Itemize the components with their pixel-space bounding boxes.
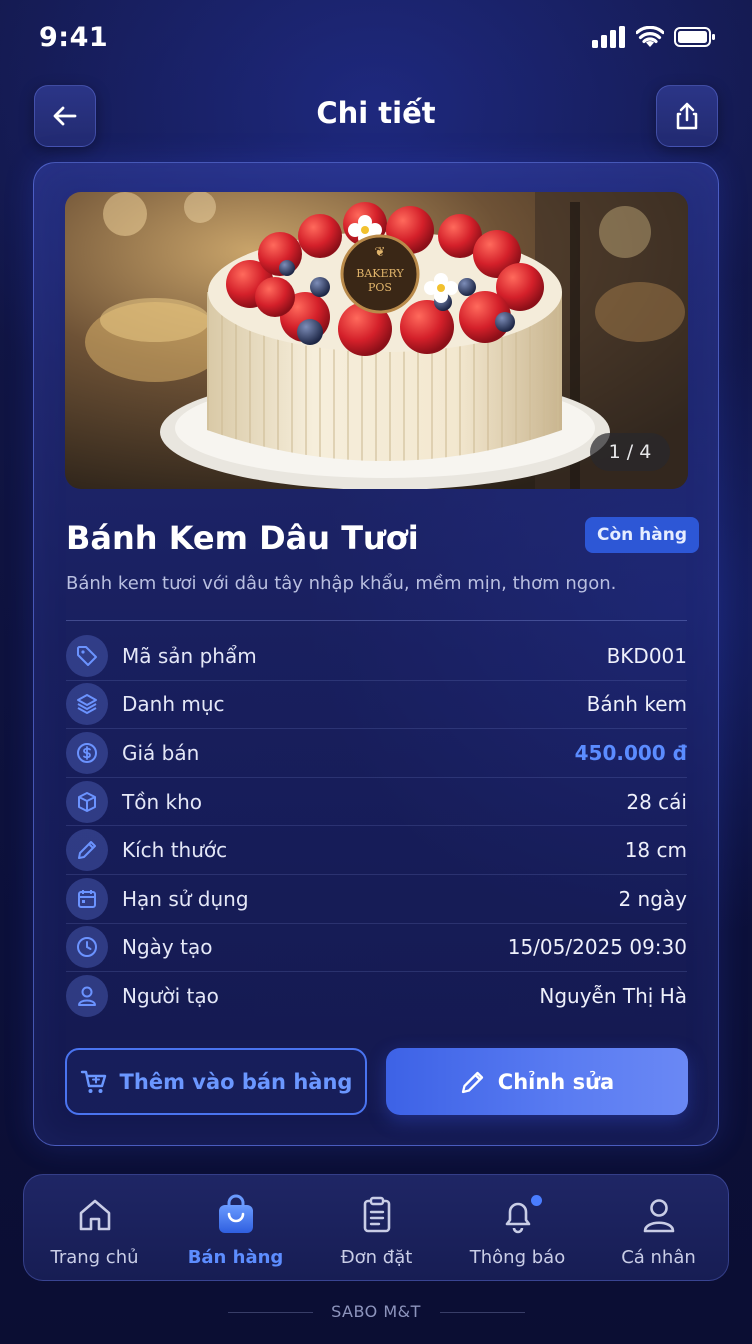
clock-icon — [66, 926, 108, 969]
footer-divider-right — [440, 1312, 525, 1313]
bottom-navigation: Trang chủ Bán hàng Đơn đặt Thông báo Cá … — [23, 1174, 729, 1281]
home-icon — [75, 1193, 115, 1237]
svg-text:POS: POS — [368, 281, 392, 294]
status-icons — [592, 26, 716, 48]
shopping-bag-icon — [215, 1193, 257, 1237]
page-title: Chi tiết — [316, 96, 436, 130]
nav-item-home[interactable]: Trang chủ — [24, 1175, 165, 1282]
product-image-carousel[interactable]: ❦ BAKERY POS 1 / 4 — [65, 192, 688, 489]
add-to-sale-button[interactable]: Thêm vào bán hàng — [65, 1048, 367, 1115]
bell-icon — [498, 1193, 542, 1237]
share-icon — [676, 102, 698, 130]
clipboard-icon — [357, 1193, 397, 1237]
box-icon — [66, 780, 108, 823]
info-row-expiry: Hạn sử dụng 2 ngày — [66, 875, 687, 924]
info-row-size: Kích thước 18 cm — [66, 826, 687, 875]
info-row-category: Danh mục Bánh kem — [66, 681, 687, 730]
info-row-stock: Tồn kho 28 cái — [66, 778, 687, 827]
nav-item-sales[interactable]: Bán hàng — [165, 1175, 306, 1282]
tag-icon — [66, 634, 108, 677]
stock-status-badge: Còn hàng — [585, 517, 700, 553]
divider — [66, 620, 687, 621]
edit-button[interactable]: Chỉnh sửa — [386, 1048, 688, 1115]
cake-topper-text: BAKERY — [356, 267, 404, 280]
nav-item-notifications[interactable]: Thông báo — [447, 1175, 588, 1282]
svg-text:❦: ❦ — [375, 245, 386, 260]
wifi-icon — [636, 26, 664, 47]
info-row-price: Giá bán 450.000 đ — [66, 729, 687, 778]
calendar-icon — [66, 877, 108, 920]
pencil-icon — [66, 829, 108, 872]
profile-icon — [639, 1193, 679, 1237]
product-name: Bánh Kem Dâu Tươi — [66, 519, 419, 557]
cart-icon — [80, 1070, 106, 1093]
info-row-created-date: Ngày tạo 15/05/2025 09:30 — [66, 924, 687, 973]
add-to-sale-label: Thêm vào bán hàng — [119, 1069, 353, 1094]
layers-icon — [66, 683, 108, 726]
nav-item-orders[interactable]: Đơn đặt — [306, 1175, 447, 1282]
share-button[interactable] — [656, 85, 718, 147]
info-row-creator: Người tạo Nguyễn Thị Hà — [66, 972, 687, 1021]
info-row-product-code: Mã sản phẩm BKD001 — [66, 632, 687, 681]
product-description: Bánh kem tươi với dâu tây nhập khẩu, mềm… — [66, 573, 617, 594]
edit-label: Chỉnh sửa — [497, 1069, 615, 1094]
notification-dot — [530, 1195, 542, 1206]
image-counter-badge: 1 / 4 — [590, 433, 670, 471]
nav-item-profile[interactable]: Cá nhân — [588, 1175, 729, 1282]
edit-icon — [461, 1071, 483, 1093]
status-bar: 9:41 — [0, 0, 752, 76]
status-time: 9:41 — [39, 22, 109, 53]
dollar-circle-icon — [66, 731, 108, 774]
battery-icon — [674, 27, 715, 47]
signal-icon — [592, 26, 625, 48]
user-icon — [66, 975, 108, 1018]
footer-brand: SABO M&T — [331, 1302, 421, 1321]
product-detail-card: ❦ BAKERY POS 1 / 4 Bánh Kem Dâu Tươi Còn… — [33, 162, 719, 1146]
